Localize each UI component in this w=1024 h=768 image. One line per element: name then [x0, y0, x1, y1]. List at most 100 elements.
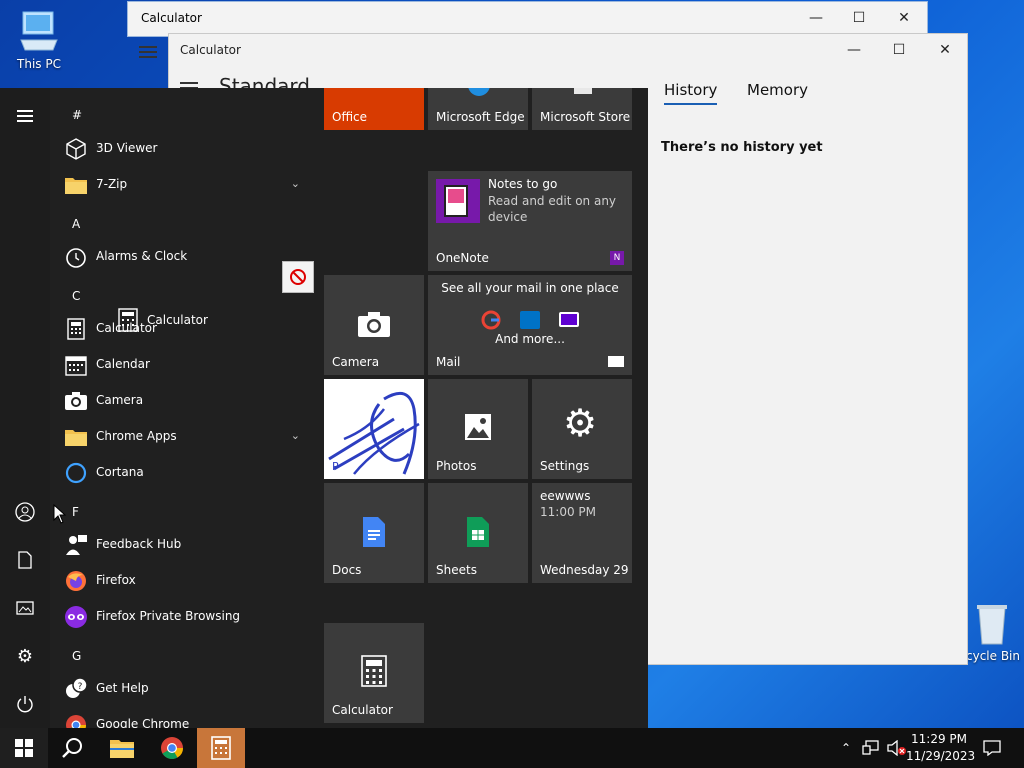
app-3d-viewer[interactable]: 3D Viewer	[50, 131, 312, 167]
drag-ghost-calculator: Calculator	[116, 306, 226, 334]
tile-label: Wednesday 29	[540, 563, 629, 577]
tile-docs[interactable]: Docs	[324, 483, 424, 583]
chrome-button[interactable]	[148, 728, 196, 768]
maximize-icon: ☐	[892, 42, 906, 58]
camera-icon	[358, 312, 390, 337]
app-alarms-clock[interactable]: Alarms & Clock	[50, 239, 312, 275]
tab-label: History	[664, 81, 718, 99]
close-icon: ✕	[898, 10, 910, 26]
app-camera[interactable]: Camera	[50, 383, 312, 419]
start-menu[interactable]: ⚙ # 3D Viewer 7-Zip ⌄ A Alarms & Clock C…	[0, 88, 648, 728]
app-cortana[interactable]: Cortana	[50, 455, 312, 491]
onenote-promo-subtitle: Read and edit on any device	[488, 194, 617, 224]
documents-button[interactable]	[0, 542, 50, 578]
tile-onenote[interactable]: Notes to go Read and edit on any device …	[428, 171, 632, 271]
minimize-icon: —	[809, 10, 823, 26]
notifications-button[interactable]	[970, 728, 1014, 768]
tile-microsoft-store[interactable]: Microsoft Store	[532, 88, 632, 130]
computer-icon	[20, 11, 58, 51]
back-window-hamburger-icon[interactable]	[139, 46, 157, 60]
photos-icon	[465, 414, 491, 440]
tile-mail[interactable]: See all your mail in one place And more.…	[428, 275, 632, 375]
cortana-ring-icon	[65, 462, 87, 484]
tile-paint[interactable]: P	[324, 379, 424, 479]
app-label: Cortana	[96, 465, 144, 479]
calculator-window-back[interactable]: Calculator — ☐ ✕	[127, 1, 928, 37]
settings-button[interactable]: ⚙	[0, 638, 50, 674]
folder-icon	[65, 430, 87, 446]
tab-memory[interactable]: Memory	[747, 81, 808, 99]
folder-icon	[65, 178, 87, 194]
group-letter-c[interactable]: C	[72, 289, 80, 303]
tile-office[interactable]: Office	[324, 88, 424, 130]
app-firefox-private[interactable]: Firefox Private Browsing	[50, 599, 312, 635]
minimize-button[interactable]: —	[793, 2, 839, 34]
outlook-icon	[520, 311, 540, 329]
clock-icon	[66, 248, 86, 268]
tile-camera[interactable]: Camera	[324, 275, 424, 375]
tile-label: Camera	[332, 355, 380, 369]
maximize-button[interactable]: ☐	[836, 2, 882, 34]
show-hidden-icons-button[interactable]: ⌃	[834, 728, 858, 768]
group-letter-g[interactable]: G	[72, 649, 81, 663]
tile-calculator[interactable]: Calculator	[324, 623, 424, 723]
start-rail: ⚙	[0, 88, 50, 728]
tile-label: Docs	[332, 563, 362, 577]
group-letter-a[interactable]: A	[72, 217, 80, 231]
pictures-button[interactable]	[0, 590, 50, 626]
tile-area[interactable]: Office Microsoft Edge Microsoft Store No…	[324, 88, 648, 728]
tab-history[interactable]: History	[664, 81, 718, 105]
tile-photos[interactable]: Photos	[428, 379, 528, 479]
app-get-help[interactable]: ? Get Help	[50, 671, 312, 707]
mail-headline: See all your mail in one place	[441, 281, 619, 295]
app-chrome-apps[interactable]: Chrome Apps ⌄	[50, 419, 312, 455]
onenote-promo-title: Notes to go	[488, 177, 558, 191]
close-icon: ✕	[939, 42, 951, 58]
app-list[interactable]: # 3D Viewer 7-Zip ⌄ A Alarms & Clock C C…	[50, 88, 322, 728]
desktop-icon-this-pc[interactable]: This PC	[1, 10, 77, 71]
calendar-event-time: 11:00 PM	[540, 505, 596, 519]
app-calendar[interactable]: Calendar	[50, 347, 312, 383]
app-firefox[interactable]: Firefox	[50, 563, 312, 599]
start-button[interactable]	[0, 728, 48, 768]
tile-settings[interactable]: ⚙ Settings	[532, 379, 632, 479]
group-letter-f[interactable]: F	[72, 505, 79, 519]
search-button[interactable]	[48, 728, 96, 768]
minimize-button[interactable]: —	[831, 34, 877, 66]
calculator-taskbar-button[interactable]	[197, 728, 245, 768]
google-icon	[481, 310, 501, 330]
desktop-icon-label: This PC	[17, 57, 61, 71]
firefox-private-icon	[65, 606, 87, 628]
tile-sheets[interactable]: Sheets	[428, 483, 528, 583]
tile-microsoft-edge[interactable]: Microsoft Edge	[428, 88, 528, 130]
file-explorer-button[interactable]	[98, 728, 146, 768]
close-button[interactable]: ✕	[881, 2, 927, 34]
account-button[interactable]	[0, 494, 50, 530]
chevron-down-icon[interactable]: ⌄	[291, 429, 300, 442]
no-drop-indicator	[282, 261, 314, 293]
app-label: Firefox	[96, 573, 136, 587]
clock[interactable]: 11:29 PM 11/29/2023	[906, 731, 975, 765]
maximize-button[interactable]: ☐	[876, 34, 922, 66]
chevron-down-icon[interactable]: ⌄	[291, 177, 300, 190]
app-google-chrome[interactable]: Google Chrome	[50, 707, 312, 728]
volume-muted-icon	[887, 740, 906, 756]
tile-calendar[interactable]: eewwws 11:00 PM Wednesday 29	[532, 483, 632, 583]
tile-label: Photos	[436, 459, 477, 473]
recycle-bin-icon	[977, 605, 1007, 645]
window-title: Calculator	[141, 11, 202, 25]
taskbar[interactable]: ⌃ 11:29 PM 11/29/2023	[0, 728, 1024, 768]
group-letter-hash[interactable]: #	[72, 108, 82, 122]
close-button[interactable]: ✕	[922, 34, 968, 66]
google-sheets-icon	[467, 517, 489, 547]
tile-label: Settings	[540, 459, 590, 473]
network-button[interactable]	[858, 728, 884, 768]
calendar-event-title: eewwws	[540, 489, 591, 503]
app-feedback-hub[interactable]: Feedback Hub	[50, 527, 312, 563]
tile-label: OneNote	[436, 251, 489, 265]
app-label: Chrome Apps	[96, 429, 177, 443]
power-button[interactable]	[0, 686, 50, 722]
paint-sketch-image	[328, 391, 420, 475]
expand-menu-button[interactable]	[0, 98, 50, 134]
app-7-zip[interactable]: 7-Zip ⌄	[50, 167, 312, 203]
